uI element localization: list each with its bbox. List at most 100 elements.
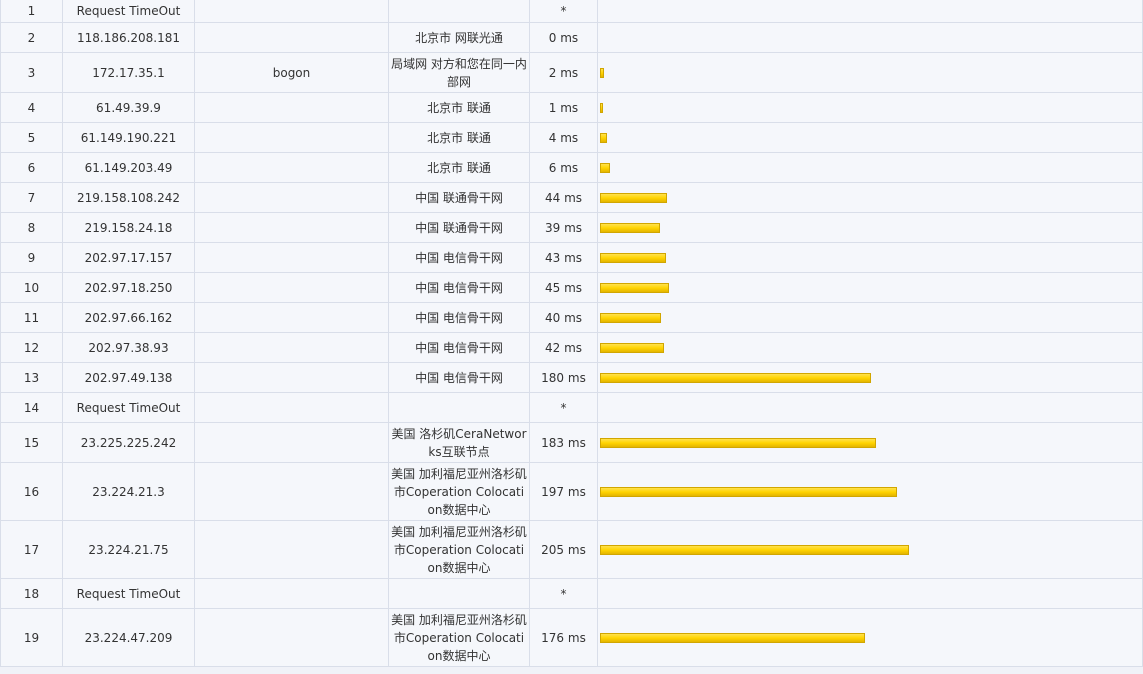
hop-number: 6 (0, 152, 63, 183)
hop-hostname (194, 520, 389, 579)
hop-hostname (194, 212, 389, 243)
hop-latency: 1 ms (529, 92, 598, 123)
hop-row: 16 23.224.21.3 美国 加利福尼亚州洛杉矶市Coperation Col… (0, 462, 1143, 521)
hop-location: 北京市 联通 (388, 152, 530, 183)
traceroute-table: 1 Request TimeOut * 2 118.186.208.181 北京市 网联光… (0, 0, 1143, 667)
hop-row: 19 23.224.47.209 美国 加利福尼亚州洛杉矶市Coperation C… (0, 608, 1143, 667)
latency-bar (600, 545, 909, 555)
latency-bar (600, 133, 607, 143)
hop-latency: 42 ms (529, 332, 598, 363)
hop-number: 12 (0, 332, 63, 363)
hop-location: 局域网 对方和您在同一内部网 (388, 52, 530, 93)
hop-hostname (194, 462, 389, 521)
hop-latency: 40 ms (529, 302, 598, 333)
hop-number: 13 (0, 362, 63, 393)
hop-ip: 61.49.39.9 (62, 92, 195, 123)
hop-number: 19 (0, 608, 63, 667)
hop-location: 中国 联通骨干网 (388, 212, 530, 243)
hop-row: 9 202.97.17.157 中国 电信骨干网 43 ms (0, 242, 1143, 273)
hop-hostname (194, 392, 389, 423)
hop-ip: Request TimeOut (62, 578, 195, 609)
hop-location: 中国 电信骨干网 (388, 362, 530, 393)
hop-hostname: bogon (194, 52, 389, 93)
hop-ip: 61.149.190.221 (62, 122, 195, 153)
latency-bar (600, 283, 669, 293)
hop-number: 18 (0, 578, 63, 609)
hop-latency-bar-cell (597, 272, 1143, 303)
hop-location: 中国 电信骨干网 (388, 332, 530, 363)
hop-hostname (194, 272, 389, 303)
hop-location: 美国 加利福尼亚州洛杉矶市Coperation Colocation数据中心 (388, 462, 530, 521)
latency-bar (600, 343, 664, 353)
hop-hostname (194, 242, 389, 273)
hop-hostname (194, 578, 389, 609)
hop-number: 1 (0, 0, 63, 23)
hop-ip: 61.149.203.49 (62, 152, 195, 183)
hop-ip: Request TimeOut (62, 392, 195, 423)
hop-latency: * (529, 578, 598, 609)
hop-row: 14 Request TimeOut * (0, 392, 1143, 423)
hop-location: 北京市 联通 (388, 92, 530, 123)
hop-hostname (194, 0, 389, 23)
hop-number: 7 (0, 182, 63, 213)
hop-ip: 23.225.225.242 (62, 422, 195, 463)
hop-number: 14 (0, 392, 63, 423)
hop-hostname (194, 362, 389, 393)
hop-row: 3 172.17.35.1 bogon 局域网 对方和您在同一内部网 2 ms (0, 52, 1143, 93)
hop-ip: 202.97.66.162 (62, 302, 195, 333)
hop-row: 7 219.158.108.242 中国 联通骨干网 44 ms (0, 182, 1143, 213)
hop-latency-bar-cell (597, 0, 1143, 23)
hop-number: 16 (0, 462, 63, 521)
hop-number: 8 (0, 212, 63, 243)
hop-row: 1 Request TimeOut * (0, 0, 1143, 23)
latency-bar (600, 438, 876, 448)
hop-latency: 39 ms (529, 212, 598, 243)
hop-latency-bar-cell (597, 182, 1143, 213)
hop-ip: 23.224.21.75 (62, 520, 195, 579)
hop-row: 11 202.97.66.162 中国 电信骨干网 40 ms (0, 302, 1143, 333)
hop-number: 11 (0, 302, 63, 333)
hop-row: 12 202.97.38.93 中国 电信骨干网 42 ms (0, 332, 1143, 363)
hop-location: 中国 电信骨干网 (388, 242, 530, 273)
hop-row: 15 23.225.225.242 美国 洛杉矶CeraNetworks互联节点 18… (0, 422, 1143, 463)
hop-number: 10 (0, 272, 63, 303)
hop-row: 18 Request TimeOut * (0, 578, 1143, 609)
hop-hostname (194, 332, 389, 363)
hop-location: 美国 洛杉矶CeraNetworks互联节点 (388, 422, 530, 463)
hop-number: 3 (0, 52, 63, 93)
hop-number: 15 (0, 422, 63, 463)
hop-row: 4 61.49.39.9 北京市 联通 1 ms (0, 92, 1143, 123)
hop-hostname (194, 302, 389, 333)
hop-hostname (194, 92, 389, 123)
hop-latency: 45 ms (529, 272, 598, 303)
hop-number: 17 (0, 520, 63, 579)
hop-location (388, 392, 530, 423)
latency-bar (600, 163, 610, 173)
hop-latency: 0 ms (529, 22, 598, 53)
latency-bar (600, 487, 897, 497)
hop-latency-bar-cell (597, 362, 1143, 393)
hop-ip: 202.97.38.93 (62, 332, 195, 363)
hop-ip: 172.17.35.1 (62, 52, 195, 93)
latency-bar (600, 313, 661, 323)
hop-number: 4 (0, 92, 63, 123)
hop-latency: 6 ms (529, 152, 598, 183)
latency-bar (600, 68, 604, 78)
hop-hostname (194, 422, 389, 463)
hop-row: 6 61.149.203.49 北京市 联通 6 ms (0, 152, 1143, 183)
hop-latency-bar-cell (597, 392, 1143, 423)
hop-latency-bar-cell (597, 302, 1143, 333)
hop-ip: 202.97.18.250 (62, 272, 195, 303)
hop-ip: 23.224.47.209 (62, 608, 195, 667)
hop-latency-bar-cell (597, 608, 1143, 667)
hop-location: 中国 联通骨干网 (388, 182, 530, 213)
hop-latency: 197 ms (529, 462, 598, 521)
hop-ip: 118.186.208.181 (62, 22, 195, 53)
hop-latency-bar-cell (597, 52, 1143, 93)
hop-number: 9 (0, 242, 63, 273)
hop-location (388, 0, 530, 23)
hop-latency-bar-cell (597, 242, 1143, 273)
hop-hostname (194, 152, 389, 183)
hop-latency-bar-cell (597, 462, 1143, 521)
hop-row: 17 23.224.21.75 美国 加利福尼亚州洛杉矶市Coperation Co… (0, 520, 1143, 579)
